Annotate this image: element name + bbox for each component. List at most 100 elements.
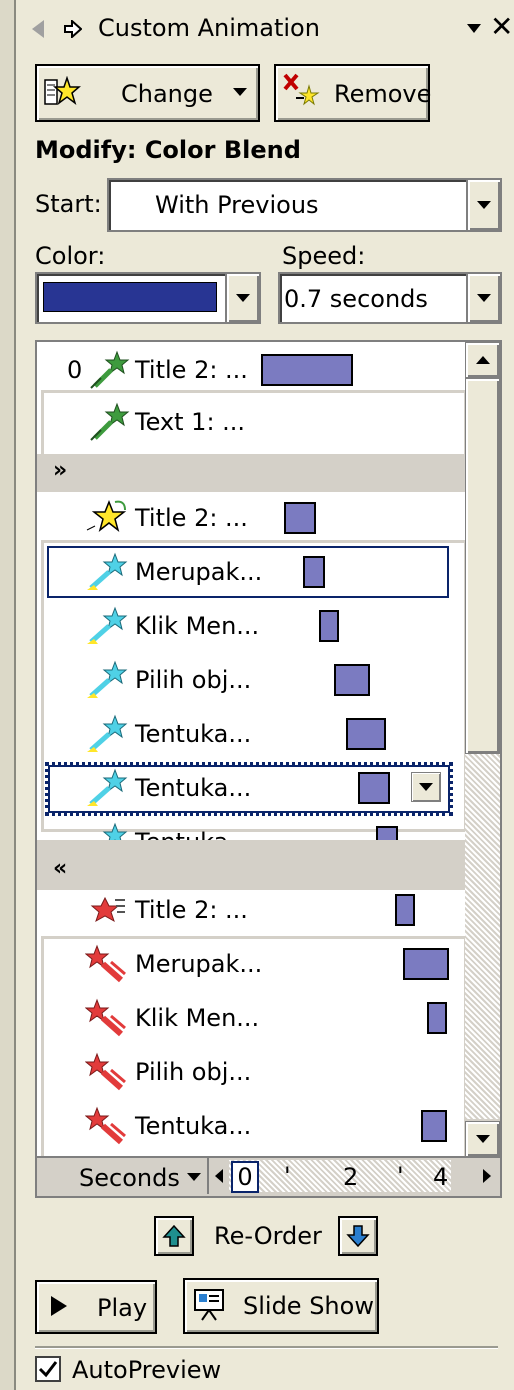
autopreview-checkbox[interactable] [35,1356,61,1382]
emphasis-star-cyan-icon [85,768,129,808]
timeline-tick-4: 4 [433,1163,449,1191]
exit-star-red-icon [85,890,129,930]
modify-heading: Modify: Color Blend [35,136,301,164]
remove-effect-icon [282,72,320,106]
timing-bar[interactable] [346,718,386,750]
exit-star-red-icon [85,944,129,984]
list-item-label: Merupak... [135,558,263,586]
list-item[interactable]: Tentuka... [37,1098,465,1156]
list-item-label: Title 2: ... [135,896,248,924]
arrow-down-icon [475,1135,490,1143]
window-edge [0,0,16,1390]
list-scrollbar[interactable] [465,342,500,1157]
remove-button[interactable]: Remove [274,64,432,122]
list-item[interactable]: Pilih obj... [37,1044,465,1102]
list-item-label: Klik Men... [135,612,260,640]
timing-bar[interactable] [284,502,316,534]
scroll-down-button[interactable] [465,1121,500,1157]
collapse-chevron-icon[interactable]: « [53,856,67,881]
chevron-down-icon [419,783,433,791]
speed-label: Speed: [282,242,366,270]
autopreview-label: AutoPreview [72,1356,222,1384]
timing-bar[interactable] [395,894,415,926]
color-swatch [43,282,217,312]
group-collapse-separator[interactable]: » [37,454,465,492]
list-item[interactable]: Klik Men... [37,990,465,1048]
back-arrow-icon[interactable] [32,20,44,38]
close-icon[interactable]: ✕ [490,10,513,43]
chevron-down-icon [477,201,491,209]
list-item-label: Title 2: ... [135,356,248,384]
list-item[interactable]: 0 Title 2: ... [37,342,465,400]
seconds-menu-button[interactable]: Seconds [37,1158,209,1194]
animation-list[interactable]: 0 Title 2: ... Text 1: ... » Title 2: ..… [35,340,502,1159]
list-item-focused[interactable]: Tentuka... [37,760,465,818]
arrow-down-icon [346,1225,370,1248]
change-button[interactable]: Change [35,64,260,122]
timing-bar[interactable] [261,354,353,386]
color-select[interactable] [35,272,261,324]
list-item[interactable]: Title 2: ... [37,882,465,940]
start-select[interactable]: With Previous [107,178,502,232]
start-label: Start: [35,190,102,218]
play-icon [51,1296,67,1316]
emphasis-star-cyan-icon [85,552,129,592]
list-item-label: Tentuka... [135,720,252,748]
remove-label: Remove [334,80,432,108]
timeline-scroll-left-icon[interactable] [215,1169,223,1183]
slide-show-icon [193,1288,227,1322]
timing-bar[interactable] [334,664,370,696]
list-item[interactable]: Tentuka... [37,706,465,764]
list-item[interactable]: Merupak... [37,936,465,994]
list-item[interactable]: Pilih obj... [37,652,465,710]
timing-bar[interactable] [319,610,339,642]
slide-show-button[interactable]: Slide Show [183,1278,379,1334]
list-item[interactable]: Text 1: ... [37,394,465,452]
chevron-down-icon [477,294,491,302]
timeline-minor-tick-icon: ' [284,1162,291,1190]
group-expand-separator-bar[interactable]: « [37,852,465,890]
change-dropdown-arrow-icon[interactable] [233,88,247,96]
speed-select[interactable]: 0.7 seconds [278,272,502,324]
expand-chevron-icon[interactable]: » [53,458,67,483]
panel-menu-icon[interactable] [467,24,481,33]
list-item[interactable]: Title 2: ... [37,490,465,548]
play-button[interactable]: Play [35,1280,157,1334]
emphasis-star-cyan-icon [85,606,129,646]
timing-bar[interactable] [303,556,325,588]
list-item-label: Klik Men... [135,1004,260,1032]
list-item[interactable]: Klik Men... [37,598,465,656]
slide-show-label: Slide Show [243,1292,374,1320]
timing-bar[interactable] [421,1110,447,1142]
emphasis-star-cyan-icon [85,660,129,700]
chevron-down-icon [236,294,250,302]
scroll-thumb[interactable] [465,378,500,754]
exit-star-red-icon [85,1052,129,1092]
timing-bar[interactable] [403,948,449,980]
color-dropdown-button[interactable] [225,274,259,322]
scroll-up-button[interactable] [465,342,500,378]
list-item-label: Tentuka... [135,1112,252,1140]
timeline-ruler[interactable] [229,1160,451,1192]
move-up-button[interactable] [154,1216,194,1256]
arrow-up-icon [475,356,490,364]
exit-star-red-icon [85,998,129,1038]
item-dropdown-button[interactable] [411,772,441,802]
scroll-track[interactable] [465,754,500,1119]
timing-bar[interactable] [427,1002,447,1034]
timeline-scroll-right-icon[interactable] [483,1169,491,1183]
checkmark-icon [38,1361,58,1378]
start-dropdown-button[interactable] [466,180,500,230]
list-item-label: Tentuka... [135,774,252,802]
list-item-label: Pilih obj... [135,666,252,694]
emphasis-star-green-icon [87,350,131,390]
timing-bar[interactable] [358,772,390,804]
move-down-button[interactable] [338,1216,378,1256]
entrance-star-yellow-icon [85,498,129,538]
emphasis-star-cyan-icon [85,714,129,754]
row-number: 0 [67,356,83,384]
list-item-selected[interactable]: Merupak... [37,544,465,602]
forward-arrow-icon[interactable] [64,18,83,42]
speed-value: 0.7 seconds [284,285,428,313]
speed-dropdown-button[interactable] [466,274,500,322]
